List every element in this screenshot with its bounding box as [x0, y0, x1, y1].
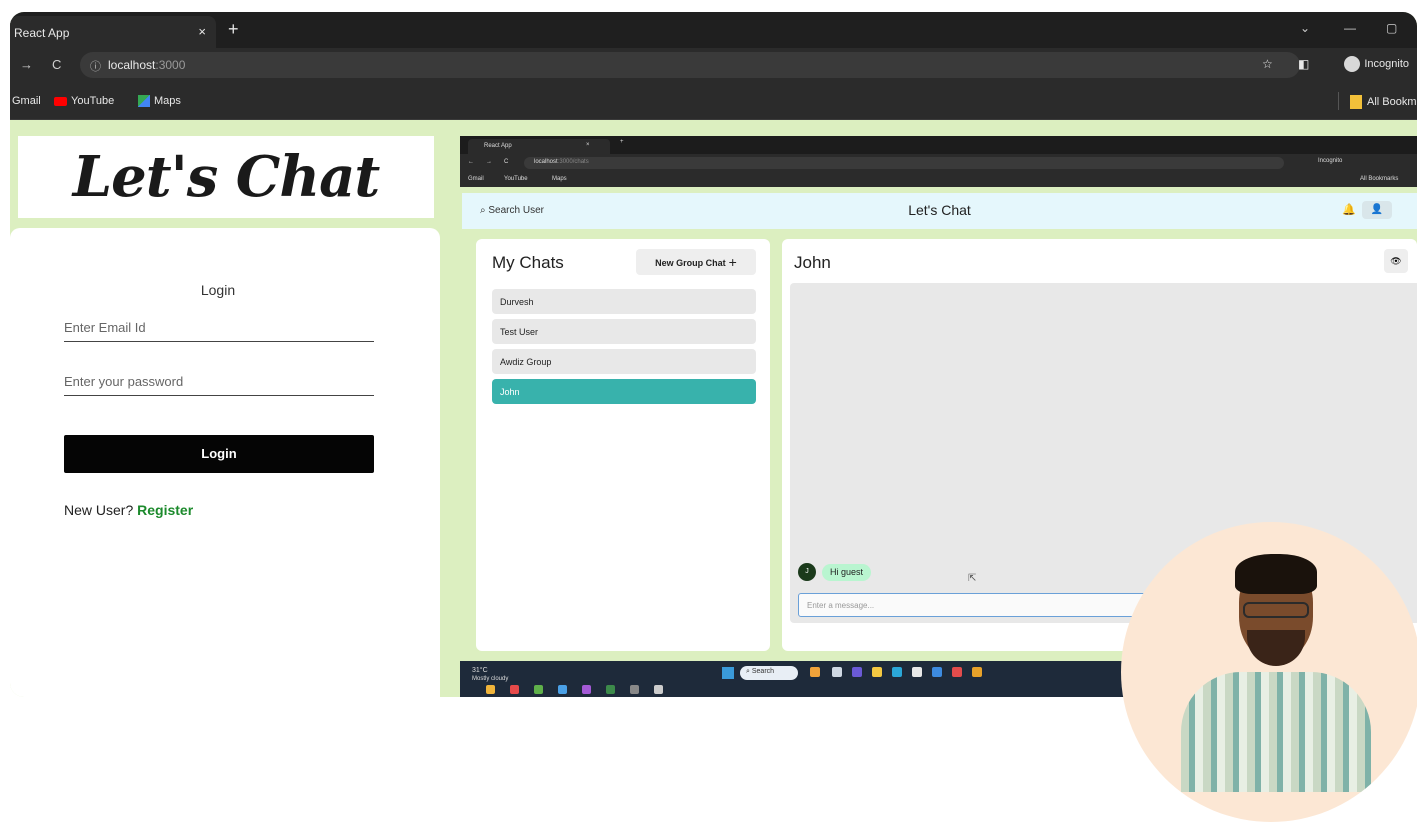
- avatar: J: [798, 563, 816, 581]
- inner-tab-title: React App: [484, 143, 512, 149]
- omnibox[interactable]: ⓘ localhost:3000: [80, 52, 1300, 78]
- glasses-icon: [1243, 602, 1309, 618]
- taskbar-app-icon[interactable]: [912, 667, 922, 677]
- new-group-chat-button[interactable]: New Group Chat +: [636, 249, 756, 275]
- plus-icon: +: [728, 254, 737, 270]
- taskbar-app-icon[interactable]: [872, 667, 882, 677]
- inner-bookmark-maps[interactable]: Maps: [552, 176, 567, 182]
- taskbar-app-icon[interactable]: [972, 667, 982, 677]
- inner-new-tab-icon[interactable]: +: [620, 139, 624, 145]
- side-panel-icon[interactable]: ◧: [1298, 57, 1309, 71]
- bookmarks-bar: Gmail YouTube Maps All Bookm: [10, 82, 1417, 120]
- all-bookmarks[interactable]: All Bookm: [1350, 95, 1417, 109]
- chat-item-awdiz-group[interactable]: Awdiz Group: [492, 349, 756, 374]
- inner-tab-strip: React App × +: [460, 136, 1417, 154]
- tab-search-icon[interactable]: ⌄: [1300, 21, 1310, 35]
- restore-icon[interactable]: ▢: [1386, 21, 1397, 35]
- taskbar-app-icon[interactable]: [810, 667, 820, 677]
- app-logo: Let's Chat: [72, 144, 380, 210]
- taskbar-app-icon[interactable]: [892, 667, 902, 677]
- my-chats-title: My Chats: [492, 253, 564, 272]
- chat-app-title: Let's Chat: [908, 202, 971, 218]
- inner-bookmark-gmail[interactable]: Gmail: [468, 176, 484, 182]
- taskbar-app-icon[interactable]: [832, 667, 842, 677]
- person-beard: [1247, 630, 1305, 666]
- logo-card: Let's Chat: [18, 136, 434, 218]
- star-icon[interactable]: ☆: [1262, 57, 1273, 71]
- inner-address-bar: ← → C localhost:3000/chats Incognito: [460, 154, 1417, 172]
- inner-omnibox[interactable]: localhost:3000/chats: [524, 157, 1284, 169]
- chat-header: ⌕ Search User Let's Chat 🔔 👤: [462, 193, 1417, 229]
- login-card: Login Enter Email Id Enter your password…: [10, 228, 440, 697]
- person-shirt: [1181, 672, 1371, 792]
- person-hair: [1235, 554, 1317, 594]
- eye-icon[interactable]: 👁: [1384, 249, 1408, 273]
- site-info-icon[interactable]: ⓘ: [90, 58, 101, 74]
- reload-icon[interactable]: C: [52, 57, 61, 72]
- new-user-text: New User?: [64, 502, 134, 518]
- inner-incognito[interactable]: Incognito: [1318, 158, 1342, 164]
- taskbar-app-icon[interactable]: [654, 685, 663, 694]
- forward-icon[interactable]: →: [20, 57, 33, 72]
- address-bar-row: → C ⓘ localhost:3000 ☆ ◧ Incognito: [10, 48, 1417, 82]
- bookmarks-divider: [1338, 92, 1339, 110]
- login-button[interactable]: Login: [64, 435, 374, 473]
- bookmark-maps[interactable]: Maps: [138, 95, 181, 108]
- login-title: Login: [200, 282, 236, 298]
- minimize-icon[interactable]: —: [1344, 21, 1356, 35]
- my-chats-panel: My Chats New Group Chat + Durvesh Test Us…: [476, 239, 770, 651]
- url-text: localhost:3000: [108, 58, 186, 72]
- inner-browser-tab[interactable]: React App ×: [468, 139, 610, 154]
- inner-forward-icon[interactable]: →: [486, 159, 492, 165]
- taskbar-app-icon[interactable]: [582, 685, 591, 694]
- incognito-indicator[interactable]: Incognito: [1344, 56, 1409, 72]
- inner-bookmarks-bar: Gmail YouTube Maps All Bookmarks: [460, 172, 1417, 187]
- bookmark-youtube[interactable]: YouTube: [54, 95, 114, 107]
- incognito-icon: [1344, 56, 1361, 72]
- taskbar-app-icon[interactable]: [534, 685, 543, 694]
- inner-bookmark-youtube[interactable]: YouTube: [504, 176, 528, 182]
- taskbar-search[interactable]: ⌕ Search: [740, 666, 798, 680]
- taskbar-app-icon[interactable]: [852, 667, 862, 677]
- chat-item-durvesh[interactable]: Durvesh: [492, 289, 756, 314]
- tab-title: React App: [14, 26, 70, 40]
- taskbar-app-icon[interactable]: [606, 685, 615, 694]
- bookmark-gmail[interactable]: Gmail: [12, 95, 41, 107]
- inner-back-icon[interactable]: ←: [468, 159, 474, 165]
- tab-strip: React App × + ⌄ — ▢: [10, 12, 1417, 48]
- mouse-cursor-icon: ⇱: [968, 573, 977, 584]
- weather-widget[interactable]: 31°C Mostly cloudy: [472, 667, 508, 683]
- chat-item-test-user[interactable]: Test User: [492, 319, 756, 344]
- new-tab-button[interactable]: +: [228, 20, 239, 38]
- close-icon[interactable]: ×: [198, 24, 206, 39]
- inner-all-bookmarks[interactable]: All Bookmarks: [1360, 176, 1398, 182]
- user-icon: 👤: [1370, 204, 1384, 215]
- inner-reload-icon[interactable]: C: [504, 159, 508, 165]
- maps-icon: [138, 95, 150, 108]
- webcam-overlay: [1121, 522, 1417, 822]
- profile-menu-button[interactable]: 👤: [1362, 201, 1392, 219]
- taskbar-app-icon[interactable]: [630, 685, 639, 694]
- email-field[interactable]: Enter Email Id: [64, 312, 374, 342]
- taskbar-app-icon[interactable]: [558, 685, 567, 694]
- taskbar-app-icon[interactable]: [510, 685, 519, 694]
- browser-tab[interactable]: React App ×: [10, 16, 216, 48]
- password-field[interactable]: Enter your password: [64, 366, 374, 396]
- new-user-row: New User? Register: [64, 502, 193, 518]
- message-bubble: Hi guest: [822, 564, 872, 581]
- taskbar-app-icon[interactable]: [952, 667, 962, 677]
- inner-close-icon[interactable]: ×: [586, 142, 590, 148]
- chat-item-john[interactable]: John: [492, 379, 756, 404]
- taskbar-app-icon[interactable]: [932, 667, 942, 677]
- folder-icon: [1350, 95, 1362, 109]
- taskbar-app-icon[interactable]: [486, 685, 495, 694]
- chat-contact-name: John: [794, 253, 831, 272]
- register-link[interactable]: Register: [137, 502, 193, 518]
- youtube-icon: [54, 96, 67, 106]
- windows-start-icon[interactable]: [722, 667, 734, 679]
- bell-icon[interactable]: 🔔: [1342, 203, 1356, 216]
